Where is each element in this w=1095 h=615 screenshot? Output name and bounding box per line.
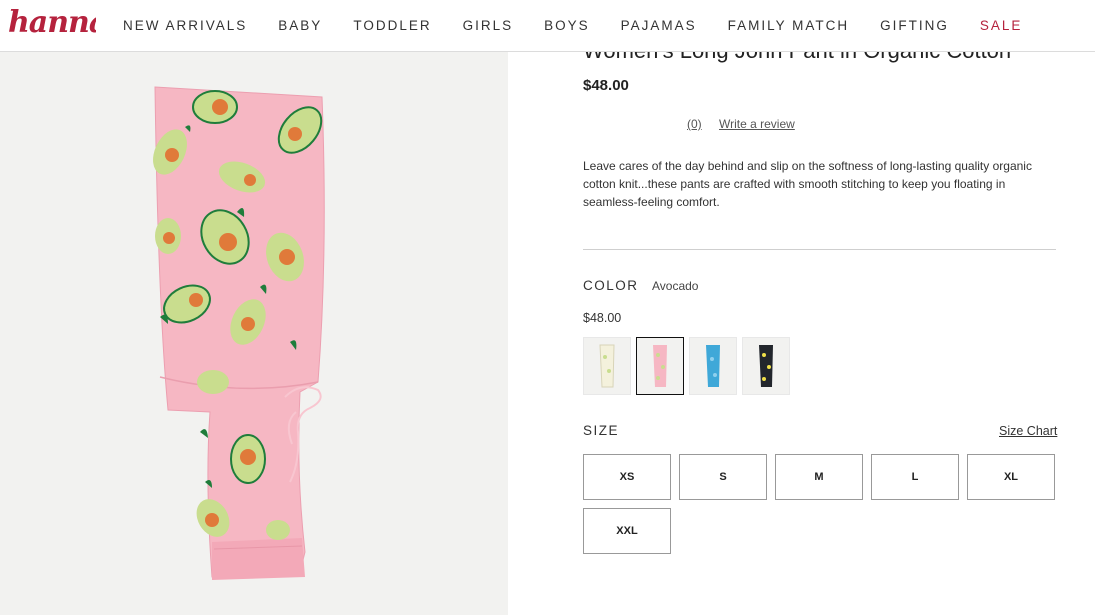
size-button-xl[interactable]: XL	[967, 454, 1055, 500]
size-button-xxl[interactable]: XXL	[583, 508, 671, 554]
write-review-link[interactable]: Write a review	[719, 117, 795, 131]
swatch-avocado[interactable]	[636, 337, 684, 395]
size-button-xs[interactable]: XS	[583, 454, 671, 500]
svg-text:hanna: hanna	[8, 6, 96, 40]
swatch-blue[interactable]	[689, 337, 737, 395]
divider	[583, 249, 1056, 250]
nav-new-arrivals[interactable]: NEW ARRIVALS	[123, 18, 247, 33]
color-swatches	[583, 337, 795, 395]
nav-sale[interactable]: SALE	[980, 18, 1023, 33]
nav-gifting[interactable]: GIFTING	[880, 18, 949, 33]
nav-boys[interactable]: BOYS	[544, 18, 590, 33]
size-button-l[interactable]: L	[871, 454, 959, 500]
hanna-logo-icon: hanna	[8, 6, 96, 40]
size-button-m[interactable]: M	[775, 454, 863, 500]
nav-family-match[interactable]: FAMILY MATCH	[728, 18, 850, 33]
product-image[interactable]	[0, 52, 508, 615]
review-count-link[interactable]: (0)	[687, 117, 702, 131]
selected-color-name: Avocado	[652, 279, 699, 293]
reviews-row: (0) Write a review	[687, 117, 809, 131]
nav-pajamas[interactable]: PAJAMAS	[621, 18, 697, 33]
product-price: $48.00	[583, 77, 629, 94]
site-header: hanna NEW ARRIVALS BABY TODDLER GIRLS BO…	[0, 0, 1095, 52]
pant-thumbnail-icon	[653, 345, 667, 387]
product-description: Leave cares of the day behind and slip o…	[583, 159, 1032, 209]
swatch-cream[interactable]	[583, 337, 631, 395]
pant-thumbnail-icon	[706, 345, 720, 387]
nav-girls[interactable]: GIRLS	[463, 18, 514, 33]
size-button-s[interactable]: S	[679, 454, 767, 500]
size-chart-link[interactable]: Size Chart	[999, 424, 1057, 438]
color-label: COLOR	[583, 278, 639, 293]
swatch-black[interactable]	[742, 337, 790, 395]
nav-baby[interactable]: BABY	[278, 18, 322, 33]
pant-illustration-icon	[153, 86, 325, 580]
main-navigation: NEW ARRIVALS BABY TODDLER GIRLS BOYS PAJ…	[123, 18, 1053, 33]
size-label: SIZE	[583, 423, 620, 438]
swatch-price: $48.00	[583, 311, 622, 325]
pant-thumbnail-icon	[599, 344, 615, 388]
nav-toddler[interactable]: TODDLER	[353, 18, 431, 33]
pant-thumbnail-icon	[759, 345, 773, 387]
